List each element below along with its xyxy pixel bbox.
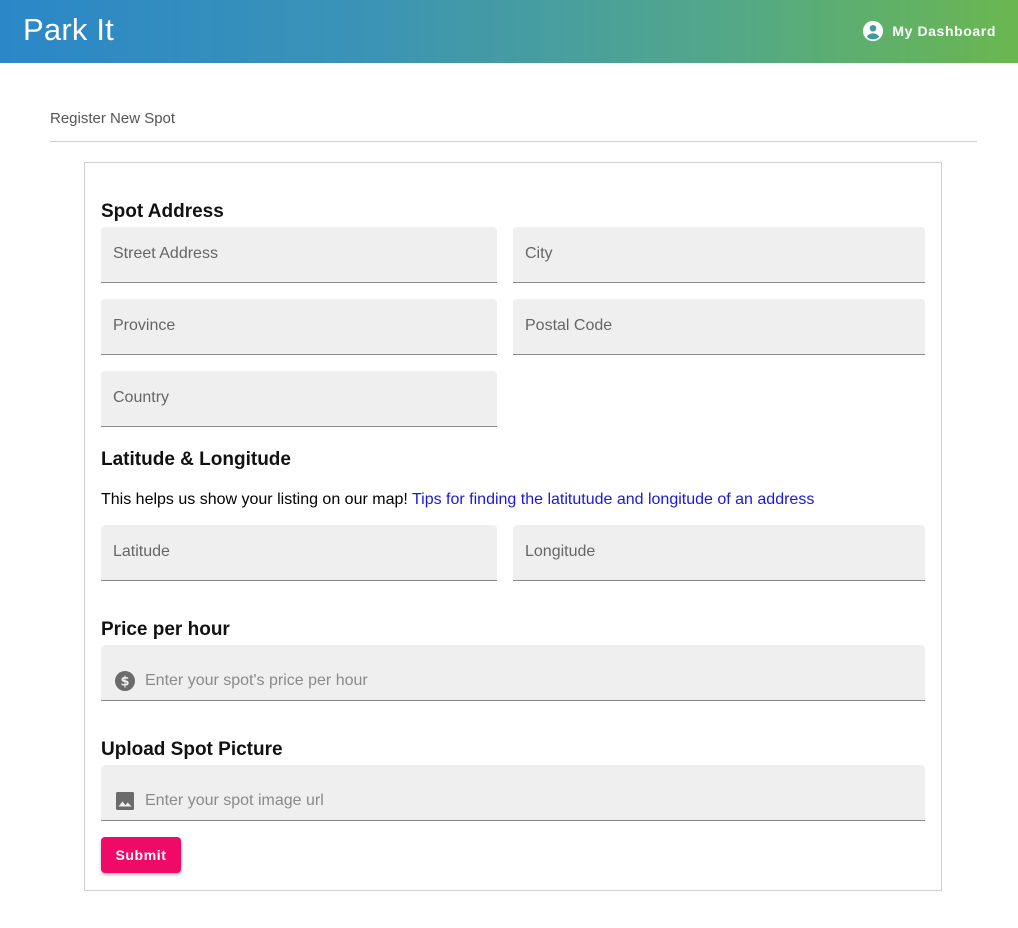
country-placeholder: Country bbox=[113, 389, 170, 406]
app-brand[interactable]: Park It bbox=[23, 12, 114, 48]
svg-text:$: $ bbox=[120, 675, 129, 690]
section-title-upload-picture: Upload Spot Picture bbox=[101, 739, 283, 760]
latitude-field[interactable]: Latitude bbox=[101, 525, 497, 581]
longitude-placeholder: Longitude bbox=[525, 543, 596, 560]
country-field[interactable]: Country bbox=[101, 371, 497, 427]
title-divider bbox=[50, 141, 977, 142]
postal-code-placeholder: Postal Code bbox=[525, 317, 613, 334]
longitude-field[interactable]: Longitude bbox=[513, 525, 925, 581]
spot-image-url-field[interactable]: Enter your spot image url bbox=[101, 765, 925, 821]
price-per-hour-field[interactable]: $ Enter your spot's price per hour bbox=[101, 645, 925, 701]
dollar-icon: $ bbox=[115, 671, 135, 691]
register-spot-form: Spot Address Street Address City Provinc… bbox=[84, 162, 942, 891]
section-title-spot-address: Spot Address bbox=[101, 201, 224, 222]
price-per-hour-placeholder: Enter your spot's price per hour bbox=[145, 672, 368, 689]
postal-code-field[interactable]: Postal Code bbox=[513, 299, 925, 355]
city-placeholder: City bbox=[525, 245, 553, 262]
section-title-price: Price per hour bbox=[101, 619, 230, 640]
street-address-placeholder: Street Address bbox=[113, 245, 218, 262]
account-circle-icon bbox=[862, 20, 884, 42]
latitude-placeholder: Latitude bbox=[113, 543, 170, 560]
lat-lng-help: This helps us show your listing on our m… bbox=[101, 491, 814, 509]
street-address-field[interactable]: Street Address bbox=[101, 227, 497, 283]
page-title: Register New Spot bbox=[50, 110, 176, 127]
submit-button[interactable]: Submit bbox=[101, 837, 181, 873]
image-icon bbox=[115, 791, 135, 811]
province-field[interactable]: Province bbox=[101, 299, 497, 355]
lat-lng-help-text: This helps us show your listing on our m… bbox=[101, 491, 412, 508]
my-dashboard-button[interactable]: My Dashboard bbox=[854, 16, 1004, 46]
section-title-lat-lng: Latitude & Longitude bbox=[101, 449, 291, 470]
app-bar: Park It My Dashboard bbox=[0, 0, 1018, 63]
lat-lng-tips-link[interactable]: Tips for finding the latitutude and long… bbox=[412, 491, 814, 508]
spot-image-url-placeholder: Enter your spot image url bbox=[145, 792, 324, 809]
my-dashboard-label: My Dashboard bbox=[892, 23, 996, 39]
province-placeholder: Province bbox=[113, 317, 176, 334]
city-field[interactable]: City bbox=[513, 227, 925, 283]
